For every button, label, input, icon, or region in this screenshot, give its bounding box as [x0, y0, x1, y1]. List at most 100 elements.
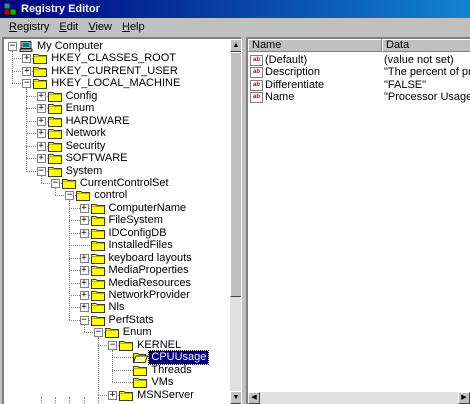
tree-node-label[interactable]: Enum — [64, 102, 97, 115]
expand-button[interactable]: + — [79, 228, 89, 238]
menu-registry[interactable]: Registry — [4, 21, 54, 33]
tree-node-label[interactable]: HKEY_CLASSES_ROOT — [49, 52, 178, 65]
scroll-thumb[interactable] — [230, 52, 241, 297]
tree-node[interactable]: + HKEY_CLASSES_ROOT — [4, 52, 228, 65]
value-row[interactable]: ab (Default) (value not set) — [248, 54, 470, 67]
tree-node[interactable]: + SOFTWARE — [4, 152, 228, 165]
tree-node[interactable]: + Nls — [4, 301, 228, 314]
tree-node[interactable]: − HKEY_LOCAL_MACHINE — [4, 77, 228, 90]
collapse-button[interactable]: − — [108, 340, 118, 350]
tree-node[interactable]: + Config — [4, 90, 228, 103]
tree-node-label[interactable]: VMs — [149, 376, 175, 389]
tree-node[interactable]: InstalledFiles — [4, 239, 228, 252]
tree-vertical-scrollbar[interactable]: ▲ ▼ — [230, 39, 241, 404]
tree-node-label[interactable]: Threads — [149, 364, 193, 377]
tree-node[interactable]: − PerfStats — [4, 314, 228, 327]
scroll-right-button[interactable]: ▶ — [458, 392, 470, 404]
title-bar[interactable]: Registry Editor — [0, 0, 470, 18]
menu-view[interactable]: View — [83, 21, 117, 33]
collapse-button[interactable]: − — [8, 42, 17, 51]
tree-node[interactable]: + Security — [4, 140, 228, 153]
tree-node[interactable]: + HKEY_CURRENT_USER — [4, 65, 228, 78]
collapse-button[interactable]: − — [50, 178, 60, 188]
expand-button[interactable]: + — [79, 203, 89, 213]
tree-node-label[interactable]: HKEY_CURRENT_USER — [49, 65, 180, 78]
menu-edit[interactable]: Edit — [54, 21, 83, 33]
tree-node-label[interactable]: control — [92, 189, 129, 202]
tree-node[interactable]: + IDConfigDB — [4, 227, 228, 240]
value-row[interactable]: ab Differentiate "FALSE" — [248, 79, 470, 92]
tree-node[interactable]: CPUUsage — [4, 350, 228, 366]
tree-node[interactable]: + Network — [4, 127, 228, 140]
tree-node[interactable]: Threads — [4, 364, 228, 377]
expand-button[interactable]: + — [36, 104, 46, 114]
column-header-name[interactable]: Name — [248, 39, 382, 52]
expand-button[interactable]: + — [79, 303, 89, 313]
value-row[interactable]: abName "Processor Usage (%)" — [248, 91, 470, 104]
tree-node-label[interactable]: Network — [64, 127, 108, 140]
scroll-left-button[interactable]: ◀ — [248, 392, 260, 404]
collapse-button[interactable]: − — [93, 328, 103, 338]
tree-node-label[interactable]: Enum — [121, 326, 154, 339]
expand-button[interactable]: + — [79, 253, 89, 263]
tree-node-label[interactable]: ComputerName — [107, 202, 189, 215]
key-tree-pane[interactable]: − My Computer + HKEY_CLASSES_ROOT + HKEY_CURR… — [2, 37, 242, 404]
tree-node[interactable]: + FileSystem — [4, 214, 228, 227]
tree-node[interactable]: + ComputerName — [4, 202, 228, 215]
value-row[interactable]: abDescription "The percent of proces — [248, 66, 470, 79]
expand-button[interactable]: + — [79, 278, 89, 288]
tree-node[interactable]: − System — [4, 165, 228, 178]
tree-node[interactable]: + HARDWARE — [4, 115, 228, 128]
tree-node-label[interactable]: Config — [64, 90, 100, 103]
tree-node-label[interactable]: CurrentControlSet — [78, 177, 171, 190]
tree-node-label[interactable]: InstalledFiles — [107, 239, 175, 252]
tree-node-label[interactable]: MSNServer — [135, 389, 196, 402]
tree-node-label[interactable]: Nls — [107, 301, 127, 314]
tree-node[interactable]: − Enum — [4, 326, 228, 339]
expand-button[interactable]: + — [79, 266, 89, 276]
tree-node-label[interactable]: FileSystem — [107, 214, 165, 227]
collapse-button[interactable]: − — [79, 315, 89, 325]
scroll-down-button[interactable]: ▼ — [230, 391, 241, 404]
expand-button[interactable]: + — [22, 54, 32, 64]
tree-node[interactable]: − My Computer — [4, 40, 228, 53]
tree-node[interactable]: + NetworkProvider — [4, 289, 228, 302]
list-horizontal-scrollbar[interactable]: ◀ ▶ — [248, 392, 470, 404]
tree-node-label[interactable]: SOFTWARE — [64, 152, 130, 165]
tree-node[interactable]: VMs — [4, 376, 228, 389]
collapse-button[interactable]: − — [36, 166, 46, 176]
values-list-pane[interactable]: Name Data ab (Default) (value not set) ab De… — [246, 37, 470, 404]
expand-button[interactable]: + — [36, 154, 46, 164]
collapse-button[interactable]: − — [65, 191, 75, 201]
tree-node[interactable]: + MediaResources — [4, 277, 228, 290]
tree-node[interactable]: − KERNEL — [4, 339, 228, 352]
expand-button[interactable]: + — [108, 390, 118, 400]
tree-node[interactable]: + Enum — [4, 102, 228, 115]
tree-node-label[interactable]: NetworkProvider — [107, 289, 192, 302]
tree-node-label[interactable]: IDConfigDB — [107, 227, 169, 240]
tree-node-label[interactable]: CPUUsage — [148, 350, 210, 366]
column-header-data[interactable]: Data — [382, 39, 470, 52]
expand-button[interactable]: + — [79, 291, 89, 300]
tree-node-label[interactable]: KERNEL — [135, 339, 183, 352]
tree-node[interactable]: + keyboard layouts — [4, 252, 228, 265]
expand-button[interactable]: + — [36, 91, 46, 101]
expand-button[interactable]: + — [79, 216, 89, 226]
tree-node-label[interactable]: keyboard layouts — [107, 252, 194, 265]
tree-node-label[interactable]: HKEY_LOCAL_MACHINE — [49, 77, 182, 90]
tree-node-label[interactable]: Security — [64, 140, 108, 153]
tree-node[interactable]: + MSNServer — [4, 389, 228, 402]
tree-node-label[interactable]: System — [64, 165, 105, 178]
tree-node-label[interactable]: PerfStats — [107, 314, 156, 327]
tree-node[interactable]: − CurrentControlSet — [4, 177, 228, 190]
collapse-button[interactable]: − — [22, 79, 32, 89]
tree-node-label[interactable]: MediaResources — [107, 277, 194, 290]
expand-button[interactable]: + — [22, 66, 32, 76]
tree-node-label[interactable]: My Computer — [35, 40, 105, 53]
expand-button[interactable]: + — [36, 116, 46, 126]
tree-node-label[interactable]: MediaProperties — [107, 264, 191, 277]
tree-node[interactable]: − control — [4, 189, 228, 202]
tree-node-label[interactable]: HARDWARE — [64, 115, 132, 128]
tree-node[interactable]: + MediaProperties — [4, 264, 228, 277]
menu-help[interactable]: Help — [117, 21, 150, 33]
